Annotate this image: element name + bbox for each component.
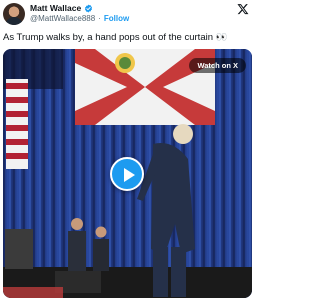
x-logo-icon[interactable] (237, 3, 249, 15)
tweet-text: As Trump walks by, a hand pops out of th… (3, 32, 228, 43)
verified-badge-icon (85, 4, 93, 12)
author-handle[interactable]: @MattWallace888 (30, 14, 95, 24)
play-icon[interactable] (110, 157, 144, 191)
author-display-name[interactable]: Matt Wallace (30, 3, 81, 13)
video-player[interactable]: Watch on X (3, 49, 252, 298)
name-row: Matt Wallace (30, 3, 93, 13)
separator-dot: · (98, 14, 101, 23)
avatar[interactable] (3, 3, 25, 25)
watch-on-x-button[interactable]: Watch on X (189, 58, 246, 73)
tweet-header: Matt Wallace @MattWallace888 · Follow (0, 0, 255, 28)
follow-button[interactable]: Follow (104, 14, 129, 24)
handle-row: @MattWallace888 · Follow (30, 14, 129, 24)
